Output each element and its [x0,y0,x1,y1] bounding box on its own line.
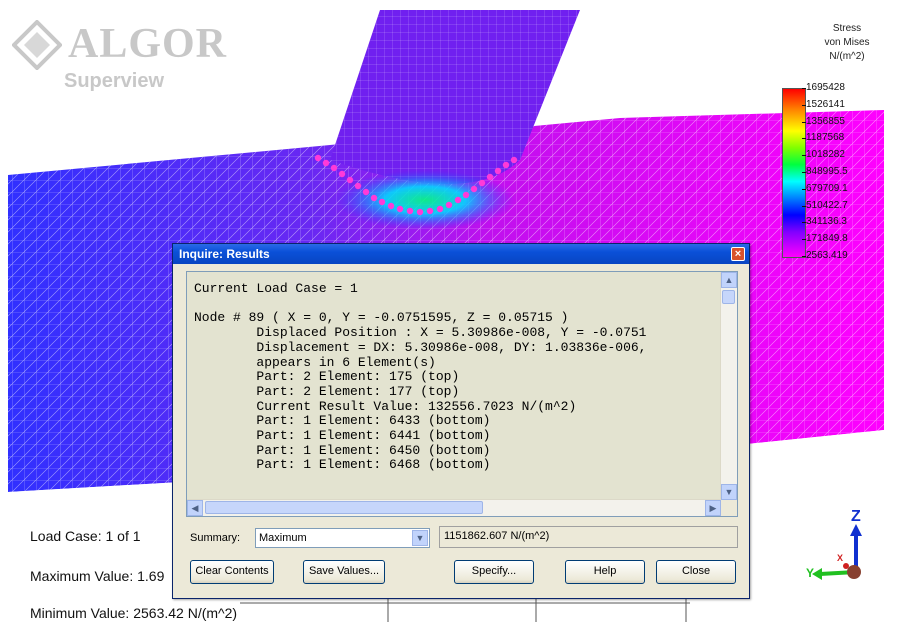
clear-contents-button[interactable]: Clear Contents [190,560,274,584]
legend-value: 2563.419 [802,250,848,261]
results-text-line: Part: 1 Element: 6468 (bottom) [194,457,491,473]
legend-title-line: von Mises [824,37,870,48]
logo-brand: ALGOR [68,21,228,67]
horizontal-scrollbar[interactable]: ◀ ▶ [187,499,721,516]
results-text-line: Part: 2 Element: 175 (top) [194,369,460,385]
legend-value: 679709.1 [802,182,848,194]
results-text-line: Part: 1 Element: 6441 (bottom) [194,428,491,444]
axis-x-label: X [837,553,844,563]
summary-selected-value: Maximum [259,532,307,544]
summary-value-field: 1151862.607 N/(m^2) [439,526,738,548]
axis-triad: Z Y X [806,508,876,592]
results-text-line: Displacement = DX: 5.30986e-008, DY: 1.0… [194,339,647,355]
results-text-line: Part: 1 Element: 6433 (bottom) [194,413,491,429]
vertical-scroll-thumb[interactable] [722,290,735,304]
legend-title-line: Stress [832,23,862,34]
legend-value: 1526141 [802,98,845,110]
scrollbar-corner [721,500,737,516]
close-icon[interactable]: × [731,247,745,261]
help-button[interactable]: Help [565,560,645,584]
specify-button[interactable]: Specify... [454,560,534,584]
max-value-label: Maximum Value: 1.69 [30,568,165,584]
results-text-line [194,297,646,312]
legend-value: 171849.8 [802,233,848,245]
legend-value: 848995.5 [802,166,848,177]
results-text-line: Part: 2 Element: 177 (top) [194,383,460,399]
inquire-results-dialog: Inquire: Results × Current Load Case = 1… [172,243,750,599]
axis-y-label: Y [806,566,815,580]
horizontal-scroll-thumb[interactable] [205,501,483,514]
legend-title-line: N/(m^2) [829,51,865,62]
close-button[interactable]: Close [656,560,736,584]
legend-value: 1356855 [802,115,845,127]
legend-title: Stress von Mises N/(m^2) [806,22,888,64]
results-text-line: Current Load Case = 1 [194,281,358,296]
results-text-line: Part: 1 Element: 6450 (bottom) [194,442,491,458]
results-text-line: Node # 89 ( X = 0, Y = -0.0751595, Z = 0… [194,310,569,326]
results-text-line: Current Result Value: 132556.7023 N/(m^2… [194,398,577,414]
dialog-title: Inquire: Results [179,247,270,261]
min-value-label: Minimum Value: 2563.42 N/(m^2) [30,605,238,621]
legend-value: 1187568 [801,132,845,144]
results-text-line: Displaced Position : X = 5.30986e-008, Y… [194,325,647,341]
logo-product: Superview [64,70,165,92]
legend-value: 510422.7 [802,199,848,211]
results-text: Current Load Case = 1 Node # 89 ( X = 0,… [194,281,647,473]
save-values-button[interactable]: Save Values... [303,560,385,584]
summary-select[interactable]: Maximum ▼ [255,528,430,548]
diamond-logo-icon [12,20,62,70]
axis-z-label: Z [851,508,861,525]
chevron-down-icon[interactable]: ▼ [412,530,428,546]
scroll-right-icon[interactable]: ▶ [705,500,721,516]
legend-value: 1695428 [802,82,845,93]
dialog-titlebar[interactable]: Inquire: Results × [173,244,749,264]
legend-value: 341136.3 [802,216,847,228]
scroll-down-icon[interactable]: ▼ [721,484,737,500]
axis-triad-icon [812,524,862,580]
legend-value: 1018282 [802,149,845,161]
load-case-label: Load Case: 1 of 1 [30,528,141,544]
vertical-scrollbar[interactable]: ▲ ▼ [720,272,737,500]
legend-color-bar [782,88,806,258]
scroll-up-icon[interactable]: ▲ [721,272,737,288]
scroll-left-icon[interactable]: ◀ [187,500,203,516]
results-text-line: appears in 6 Element(s) [194,354,436,370]
summary-label: Summary: [190,532,241,544]
results-text-area[interactable]: Current Load Case = 1 Node # 89 ( X = 0,… [186,271,738,517]
